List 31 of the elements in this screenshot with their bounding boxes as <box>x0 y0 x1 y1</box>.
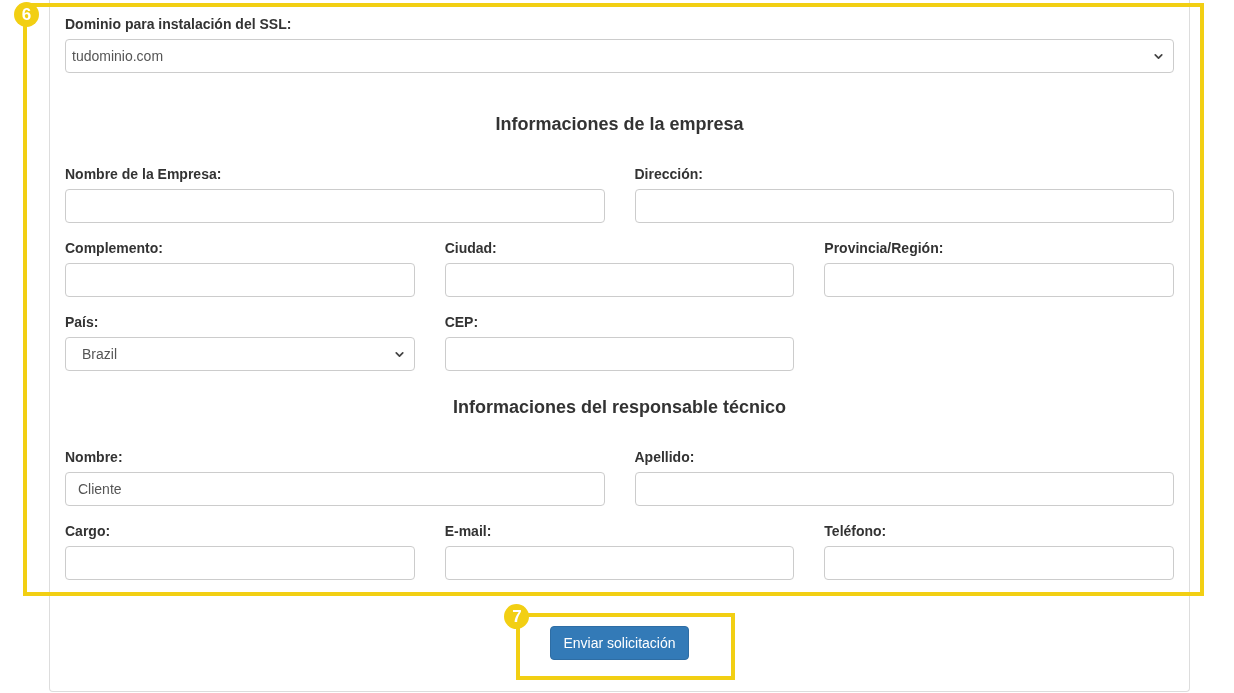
field-label: Teléfono: <box>824 522 888 541</box>
section-heading: Informaciones del responsable técnico <box>452 396 787 419</box>
text-field[interactable] <box>65 189 605 223</box>
text-field[interactable] <box>65 263 415 297</box>
text-field[interactable] <box>824 263 1174 297</box>
field-label: Ciudad: <box>444 239 498 258</box>
field-label: Dominio para instalación del SSL: <box>65 15 293 34</box>
field-label: Dirección: <box>634 165 704 184</box>
field-label: Nombre: <box>65 448 124 467</box>
field-label: Nombre de la Empresa: <box>65 165 223 184</box>
field-label: Apellido: <box>634 448 696 467</box>
section-heading: Informaciones de la empresa <box>495 113 744 136</box>
text-field[interactable] <box>634 472 1174 506</box>
text-field[interactable] <box>824 546 1174 580</box>
text-field[interactable] <box>65 546 415 580</box>
field-label: CEP: <box>444 313 480 332</box>
field-label: E-mail: <box>444 522 493 541</box>
select-field[interactable]: Brazil <box>65 337 415 371</box>
field-label: Cargo: <box>65 522 112 541</box>
submit-button[interactable]: Enviar solicitación <box>550 626 689 660</box>
text-field[interactable] <box>444 546 795 580</box>
step-number-badge: 6 <box>14 2 39 27</box>
field-label: Provincia/Región: <box>824 239 945 258</box>
text-field[interactable] <box>444 263 795 297</box>
select-field[interactable]: tudominio.com <box>65 39 1174 73</box>
text-field[interactable]: Cliente <box>65 472 605 506</box>
field-label: Complemento: <box>65 239 164 258</box>
field-label: País: <box>65 313 100 332</box>
text-field[interactable] <box>634 189 1174 223</box>
text-field[interactable] <box>444 337 795 371</box>
step-number-badge: 7 <box>504 604 530 629</box>
